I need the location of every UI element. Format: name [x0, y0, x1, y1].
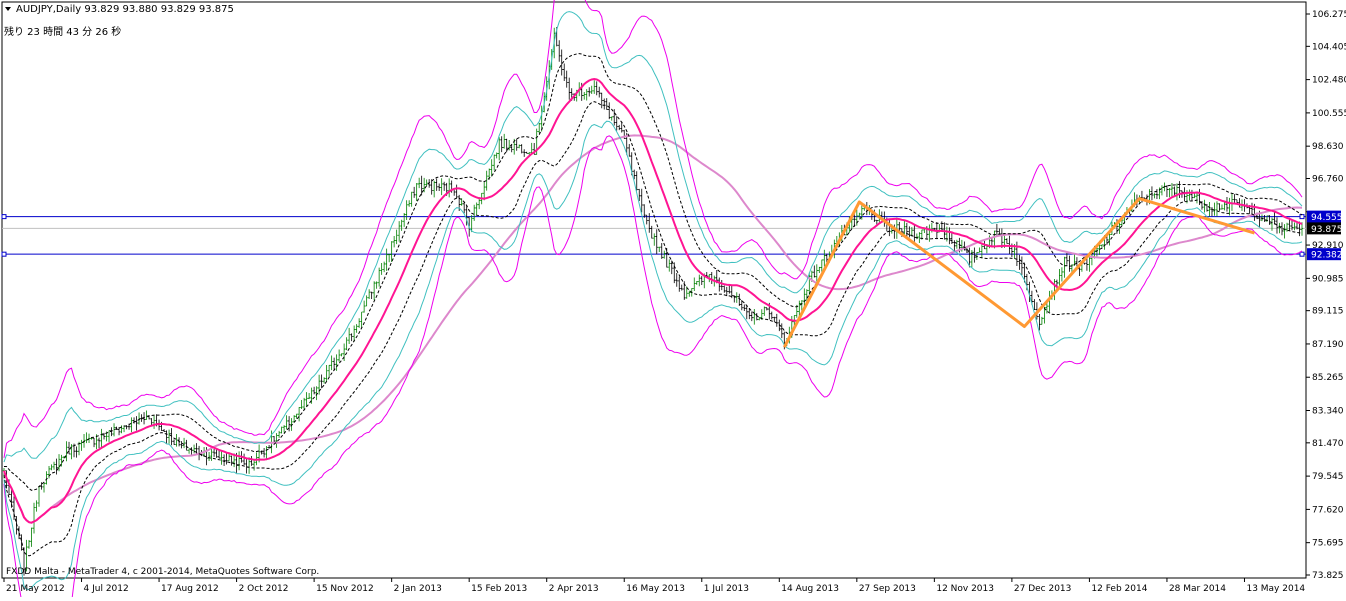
- y-tick-label: 81.470: [1312, 439, 1344, 449]
- y-tick-label: 77.620: [1312, 505, 1344, 515]
- x-tick-label: 16 May 2013: [626, 584, 685, 594]
- x-tick-label: 14 Aug 2013: [781, 584, 839, 594]
- x-tick-label: 4 Jul 2012: [84, 584, 129, 594]
- x-tick-label: 15 Nov 2012: [316, 584, 374, 594]
- current-price-label: 93.875: [1311, 225, 1343, 235]
- symbol-header: AUDJPY,Daily 93.829 93.880 93.829 93.875: [16, 4, 234, 15]
- y-tick-label: 96.760: [1312, 174, 1344, 184]
- chart-canvas[interactable]: 106.275 104.405 102.480 100.555 98.630 96.760…: [0, 0, 1346, 601]
- plot-area[interactable]: [1, 1, 1307, 579]
- x-tick-label: 2 Jan 2013: [394, 584, 442, 594]
- line-handle: [1299, 214, 1305, 220]
- y-tick-label: 85.265: [1312, 373, 1344, 383]
- x-tick-label: 1 Jul 2013: [704, 584, 749, 594]
- y-tick-label: 87.190: [1312, 340, 1344, 350]
- x-tick-label: 2 Oct 2012: [239, 584, 289, 594]
- x-tick-label: 2 Apr 2013: [549, 584, 599, 594]
- y-tick-label: 75.695: [1312, 539, 1344, 549]
- countdown-timer: 残り 23 時間 43 分 26 秒: [4, 25, 121, 38]
- y-tick-label: 98.630: [1312, 142, 1344, 152]
- y-tick-label: 104.405: [1312, 42, 1346, 52]
- x-tick-label: 27 Dec 2013: [1014, 584, 1071, 594]
- y-tick-label: 73.825: [1312, 571, 1344, 581]
- line-handle: [1299, 251, 1305, 257]
- x-tick-label: 27 Sep 2013: [859, 584, 916, 594]
- horizontal-line-label: 94.555: [1311, 213, 1343, 223]
- x-tick-label: 15 Feb 2013: [471, 584, 527, 594]
- y-tick-label: 83.340: [1312, 407, 1344, 417]
- horizontal-line-label: 92.382: [1311, 251, 1343, 261]
- x-tick-label: 28 Mar 2014: [1169, 584, 1226, 594]
- x-tick-label: 17 Aug 2012: [161, 584, 219, 594]
- y-tick-label: 90.985: [1312, 274, 1344, 284]
- x-tick-label: 12 Nov 2013: [936, 584, 994, 594]
- y-tick-label: 100.555: [1312, 109, 1346, 119]
- y-tick-label: 79.545: [1312, 472, 1344, 482]
- x-tick-label: 12 Feb 2014: [1091, 584, 1147, 594]
- y-tick-label: 89.115: [1312, 307, 1344, 317]
- line-handle: [1, 214, 7, 220]
- price-chart[interactable]: 106.275 104.405 102.480 100.555 98.630 96.760…: [0, 0, 1346, 601]
- x-tick-label: 13 May 2014: [1246, 584, 1305, 594]
- y-tick-label: 102.480: [1312, 76, 1346, 86]
- copyright-text: FXDD Malta - MetaTrader 4, c 2001-2014, …: [6, 567, 319, 577]
- line-handle: [1, 251, 7, 257]
- x-tick-label: 21 May 2012: [6, 584, 65, 594]
- y-tick-label: 106.275: [1312, 10, 1346, 20]
